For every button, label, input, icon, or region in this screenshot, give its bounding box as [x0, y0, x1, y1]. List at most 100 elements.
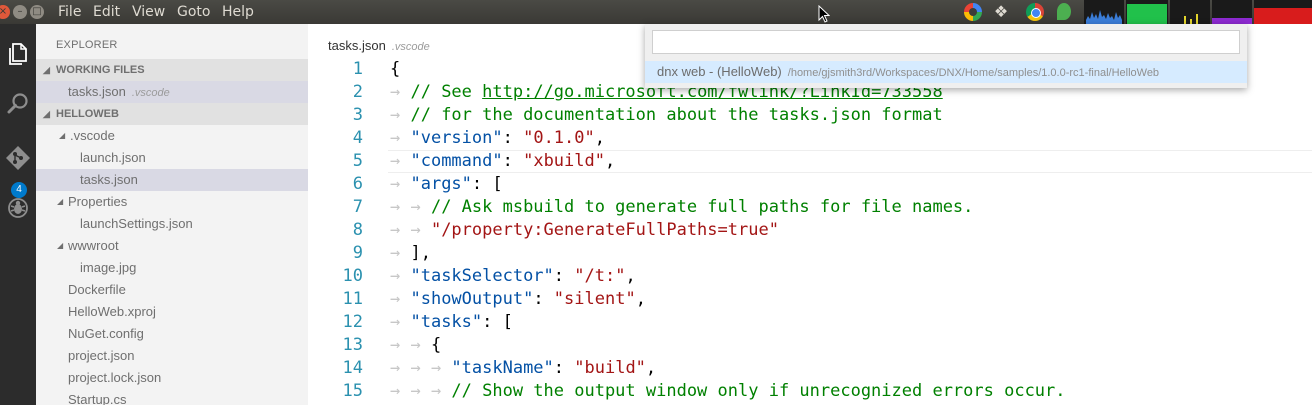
code-line[interactable]: 15 → → → // Show the output window only i… — [308, 380, 1312, 403]
line-number: 9 — [352, 243, 363, 263]
code-line[interactable]: 14 → → → "taskName": "build", — [308, 357, 1312, 380]
code-token: : [ — [482, 312, 513, 332]
code-text: → → → "taskName": "build", — [390, 357, 656, 380]
tree-item-label: Properties — [68, 194, 128, 209]
code-token: "taskName" — [451, 358, 554, 378]
code-token: → — [390, 151, 411, 171]
code-token: "command" — [410, 151, 503, 171]
code-text: → ], — [390, 242, 431, 265]
code-token: "showOutput" — [410, 289, 534, 309]
system-monitor-graph[interactable] — [1084, 0, 1312, 24]
quick-open-result-label: dnx web - (HelloWeb) — [657, 64, 782, 79]
code-line[interactable]: 6 → "args": [ — [308, 173, 1312, 196]
code-line[interactable]: 8 → → "/property:GenerateFullPaths=true" — [308, 219, 1312, 242]
working-file-item[interactable]: tasks.json .vscode — [36, 81, 308, 103]
code-token: "0.1.0" — [523, 128, 595, 148]
tree-file-tasks-json[interactable]: tasks.json — [36, 169, 308, 191]
code-token: , — [604, 151, 616, 171]
code-token: , — [645, 358, 657, 378]
tree-file-project-lock-json[interactable]: project.lock.json — [36, 367, 308, 389]
menu-view[interactable]: View — [132, 4, 165, 20]
menu-edit[interactable]: Edit — [93, 4, 120, 20]
tree-file-launch-json[interactable]: launch.json — [36, 147, 308, 169]
code-token: → → → — [390, 381, 452, 401]
code-token: , — [625, 266, 636, 286]
tree-file-dockerfile[interactable]: Dockerfile — [36, 279, 308, 301]
code-line[interactable]: 9 → ], — [308, 242, 1312, 265]
google-drive-tray-icon[interactable] — [964, 3, 982, 21]
tree-item-label: wwwroot — [68, 238, 119, 253]
window-close-button[interactable]: × — [0, 5, 10, 19]
code-line[interactable]: 7 → → // Ask msbuild to generate full pat… — [308, 196, 1312, 219]
quick-open-result-path: /home/gjsmith3rd/Workspaces/DNX/Home/sam… — [787, 67, 1160, 79]
code-token: : — [553, 266, 575, 286]
code-token: "args" — [410, 174, 472, 194]
editor-file-name: tasks.json — [328, 38, 386, 53]
menu-help[interactable]: Help — [222, 4, 254, 20]
quick-open-input[interactable] — [652, 30, 1240, 54]
tree-file-image-jpg[interactable]: image.jpg — [36, 257, 308, 279]
code-line[interactable]: 12 → "tasks": [ — [308, 311, 1312, 334]
working-files-header[interactable]: ◢ WORKING FILES — [36, 59, 308, 81]
tree-file-nuget-config[interactable]: NuGet.config — [36, 323, 308, 345]
line-number: 7 — [352, 197, 363, 217]
expanded-triangle-icon: ◢ — [59, 131, 66, 140]
code-token: → — [390, 312, 411, 332]
tree-item-label: tasks.json — [80, 172, 138, 187]
line-number: 13 — [342, 335, 363, 355]
collapse-triangle-icon: ◢ — [43, 109, 50, 119]
window-minimize-button[interactable]: – — [13, 5, 27, 19]
explorer-title: EXPLORER — [56, 39, 118, 51]
code-token: "tasks" — [410, 312, 483, 332]
working-file-folder: .vscode — [131, 87, 170, 99]
code-token: → — [390, 82, 411, 102]
code-line[interactable]: 5 → "command": "xbuild", — [308, 150, 1312, 173]
tree-file-startup-cs[interactable]: Startup.cs — [36, 389, 308, 405]
code-text: → → "/property:GenerateFullPaths=true" — [390, 219, 779, 242]
line-number: 5 — [352, 151, 363, 171]
dropbox-tray-icon[interactable]: ❖ — [992, 3, 1010, 21]
quick-open-result-item[interactable]: dnx web - (HelloWeb) /home/gjsmith3rd/Wor… — [645, 61, 1247, 83]
code-token: → — [390, 289, 411, 309]
code-token: → → — [390, 220, 431, 240]
code-token: // for the documentation about the tasks… — [410, 105, 943, 125]
evernote-tray-icon[interactable] — [1057, 3, 1071, 20]
expanded-triangle-icon: ◢ — [57, 197, 64, 206]
code-token: // See — [410, 82, 483, 102]
debug-icon[interactable] — [0, 190, 36, 226]
code-line[interactable]: 4 → "version": "0.1.0", — [308, 127, 1312, 150]
code-token: "build" — [574, 358, 646, 378]
explorer-files-icon[interactable] — [0, 36, 36, 72]
tree-folder-properties[interactable]: ◢ Properties — [36, 191, 308, 213]
working-file-name: tasks.json — [68, 84, 126, 99]
working-files-header-label: WORKING FILES — [56, 64, 145, 76]
tree-file-launchsettings-json[interactable]: launchSettings.json — [36, 213, 308, 235]
code-line[interactable]: 11 → "showOutput": "silent", — [308, 288, 1312, 311]
window-maximize-button[interactable]: □ — [30, 5, 44, 19]
code-token: "silent" — [553, 289, 636, 309]
code-token: ], — [410, 243, 431, 263]
tree-folder-wwwroot[interactable]: ◢ wwwroot — [36, 235, 308, 257]
tree-item-label: HelloWeb.xproj — [68, 304, 156, 319]
chrome-tray-icon[interactable] — [1026, 3, 1044, 21]
code-token: : — [502, 151, 524, 171]
tree-file-project-json[interactable]: project.json — [36, 345, 308, 367]
tree-file-helloweb-xproj[interactable]: HelloWeb.xproj — [36, 301, 308, 323]
git-source-control-icon[interactable] — [0, 140, 36, 176]
search-icon[interactable] — [0, 86, 36, 122]
code-lines[interactable]: 1{2 → // See http://go.microsoft.com/fwli… — [308, 58, 1312, 403]
code-token: "xbuild" — [523, 151, 605, 171]
code-line[interactable]: 3 → // for the documentation about the ta… — [308, 104, 1312, 127]
menu-file[interactable]: File — [58, 4, 81, 20]
code-token: → — [390, 266, 411, 286]
tree-item-label: launchSettings.json — [80, 216, 193, 231]
menu-goto[interactable]: Goto — [177, 4, 210, 20]
code-line[interactable]: 10 → "taskSelector": "/t:", — [308, 265, 1312, 288]
code-token: → — [390, 128, 411, 148]
tree-item-label: launch.json — [80, 150, 146, 165]
tree-folder-vscode[interactable]: ◢ .vscode — [36, 125, 308, 147]
code-text: → → → // Show the output window only if … — [390, 380, 1066, 403]
code-line[interactable]: 13 → → { — [308, 334, 1312, 357]
code-text: → → // Ask msbuild to generate full path… — [390, 196, 973, 219]
helloweb-project-header[interactable]: ◢ HELLOWEB — [36, 103, 308, 125]
